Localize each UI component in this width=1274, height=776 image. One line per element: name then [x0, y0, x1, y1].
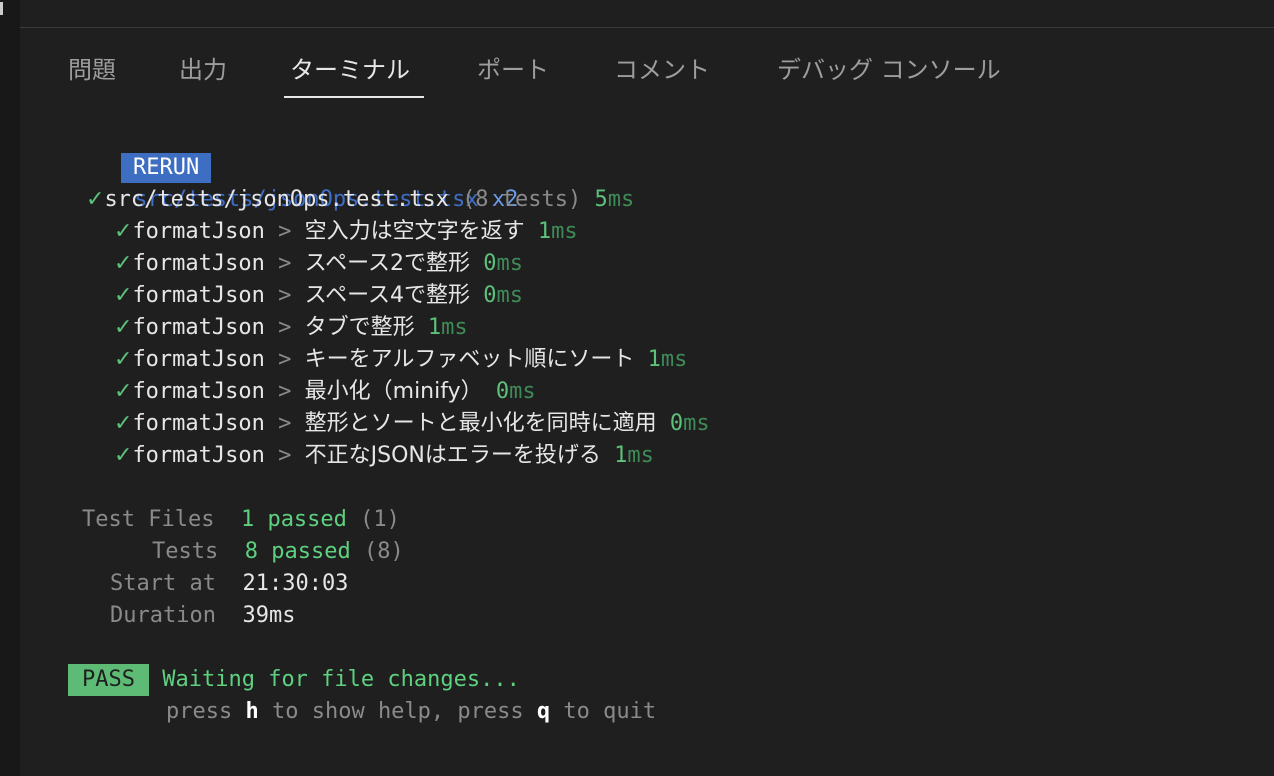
suite-file: src/tests/jsonOps.test.tsx: [104, 187, 449, 212]
summary-tests: Tests 8 passed (8): [152, 536, 404, 568]
tab-debug-console[interactable]: デバッグ コンソール: [777, 50, 1001, 90]
suite-time-unit: ms: [607, 187, 635, 212]
summary-start: Start at 21:30:03: [110, 568, 348, 600]
suite-time-num: 5: [594, 187, 608, 212]
test-time-unit: ms: [627, 443, 654, 468]
summary-label: Test Files: [82, 507, 215, 532]
hint-text: to show help, press: [258, 699, 537, 724]
tab-comments[interactable]: コメント: [614, 50, 710, 90]
test-time-num: 0: [483, 283, 497, 308]
test-time-unit: ms: [551, 219, 578, 244]
test-group: formatJson: [132, 315, 265, 340]
tab-ports[interactable]: ポート: [477, 50, 549, 90]
tab-problems[interactable]: 問題: [68, 50, 116, 90]
test-time-unit: ms: [496, 251, 524, 276]
hint-key-h: h: [245, 699, 259, 724]
test-name: タブで整形: [304, 315, 415, 340]
test-line: ✓formatJson > 不正なJSONはエラーを投げる 1ms: [114, 440, 654, 472]
activity-bar-edge: [0, 0, 20, 776]
test-sep: >: [264, 251, 305, 276]
test-line: ✓formatJson > キーをアルファベット順にソート 1ms: [114, 344, 687, 376]
test-sep: >: [264, 443, 305, 468]
test-line: ✓formatJson > 整形とソートと最小化を同時に適用 0ms: [114, 408, 710, 440]
summary-value: 21:30:03: [242, 571, 349, 596]
summary-label: Duration: [110, 603, 216, 628]
test-line: ✓formatJson > スペース4で整形 0ms: [114, 280, 523, 312]
test-time-num: 1: [537, 219, 552, 244]
summary-label: Start at: [110, 571, 216, 596]
test-sep: >: [264, 219, 305, 244]
hint-key-q: q: [536, 699, 551, 724]
test-line: ✓formatJson > 最小化（minify） 0ms: [114, 376, 536, 408]
test-name: 整形とソートと最小化を同時に適用: [304, 411, 657, 436]
test-line: ✓formatJson > 空入力は空文字を返す 1ms: [114, 216, 578, 248]
check-icon: ✓: [114, 379, 133, 404]
test-time-num: 0: [483, 251, 497, 276]
test-group: formatJson: [132, 219, 265, 244]
check-icon: ✓: [114, 251, 133, 276]
test-time-num: 0: [669, 411, 684, 436]
test-time-num: 1: [427, 315, 442, 340]
test-time-unit: ms: [660, 347, 688, 372]
check-icon: ✓: [114, 219, 133, 244]
summary-total: (8): [363, 539, 404, 564]
summary-duration: Duration 39ms: [110, 600, 295, 632]
tab-output[interactable]: 出力: [179, 50, 227, 90]
test-group: formatJson: [132, 411, 265, 436]
test-name: スペース2で整形: [304, 251, 470, 276]
status-line: PASS Waiting for file changes...: [68, 664, 520, 696]
rerun-line: RERUN src/tests/jsonOps.test.tsx x2: [68, 120, 518, 212]
status-message: Waiting for file changes...: [162, 667, 520, 692]
summary-files: Test Files 1 passed (1): [82, 504, 400, 536]
hint-line: press h to show help, press q to quit: [166, 696, 656, 728]
test-time-unit: ms: [441, 315, 468, 340]
hint-text: press: [166, 699, 246, 724]
test-sep: >: [264, 379, 305, 404]
test-time-unit: ms: [496, 283, 524, 308]
suite-count: (8 tests): [462, 187, 582, 212]
active-tab-indicator: [284, 96, 424, 98]
summary-label: Tests: [152, 539, 219, 564]
test-sep: >: [264, 411, 305, 436]
test-time-unit: ms: [683, 411, 710, 436]
check-icon: ✓: [114, 283, 133, 308]
test-sep: >: [264, 283, 305, 308]
edge-indicator: [0, 2, 3, 15]
test-time-num: 0: [495, 379, 510, 404]
summary-value: 39ms: [242, 603, 296, 628]
test-sep: >: [264, 347, 305, 372]
test-name: 空入力は空文字を返す: [304, 219, 525, 244]
hint-text: to quit: [550, 699, 657, 724]
test-name: スペース4で整形: [304, 283, 470, 308]
test-name: 不正なJSONはエラーを投げる: [304, 443, 601, 468]
rerun-badge: RERUN: [120, 153, 212, 183]
summary-value: 8 passed: [244, 539, 351, 564]
check-icon: ✓: [86, 187, 105, 212]
suite-line: ✓src/tests/jsonOps.test.tsx (8 tests) 5m…: [86, 184, 634, 216]
check-icon: ✓: [114, 315, 133, 340]
test-group: formatJson: [132, 283, 265, 308]
pass-badge: PASS: [68, 664, 149, 696]
test-time-num: 1: [647, 347, 661, 372]
test-group: formatJson: [132, 251, 265, 276]
summary-total: (1): [360, 507, 400, 532]
test-line: ✓formatJson > タブで整形 1ms: [114, 312, 468, 344]
tab-terminal[interactable]: ターミナル: [290, 50, 410, 90]
check-icon: ✓: [114, 443, 133, 468]
test-time-unit: ms: [509, 379, 536, 404]
check-icon: ✓: [114, 411, 133, 436]
panel-top-border: [20, 27, 1274, 28]
test-name: キーをアルファベット順にソート: [304, 347, 635, 372]
test-group: formatJson: [132, 379, 265, 404]
test-line: ✓formatJson > スペース2で整形 0ms: [114, 248, 523, 280]
test-group: formatJson: [132, 347, 265, 372]
test-name: 最小化（minify）: [304, 379, 483, 404]
test-group: formatJson: [132, 443, 265, 468]
test-time-num: 1: [614, 443, 628, 468]
test-sep: >: [264, 315, 305, 340]
summary-value: 1 passed: [240, 507, 347, 532]
check-icon: ✓: [114, 347, 133, 372]
